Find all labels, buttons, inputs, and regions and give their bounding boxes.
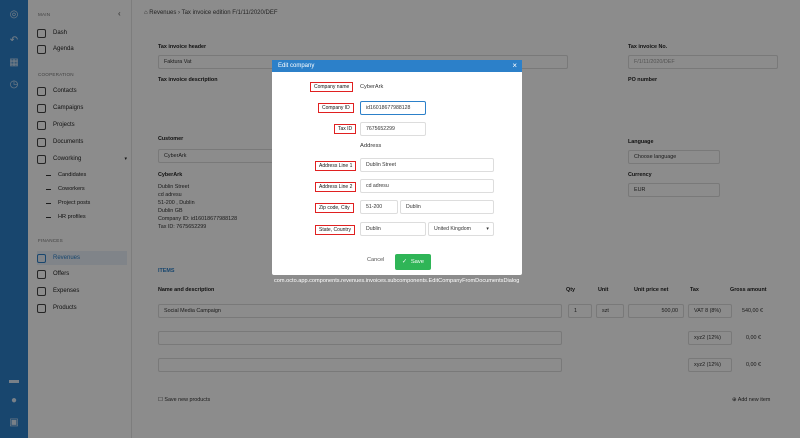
close-icon[interactable]: × — [512, 61, 517, 70]
address-line-2-label: Address Line 2 — [315, 182, 357, 192]
dialog-header: Edit company × — [272, 60, 522, 72]
save-label: Save — [410, 259, 425, 265]
tax-id-label: Tax ID — [334, 124, 357, 134]
cancel-button[interactable]: Cancel — [367, 257, 384, 263]
dialog-title: Edit company — [278, 63, 315, 69]
company-name-label: Company name — [310, 82, 354, 92]
address-heading: Address — [360, 143, 382, 149]
company-id-input[interactable]: id16018677988128 — [360, 101, 426, 115]
tax-id-input[interactable]: 7675652299 — [360, 122, 426, 136]
city-input[interactable]: Dublin — [400, 200, 494, 214]
company-name-value: CyberArk — [360, 84, 384, 90]
state-input[interactable]: Dublin — [360, 222, 426, 236]
dialog-class-caption: com.octo.app.components.revenues.invoice… — [274, 278, 520, 284]
state-country-label: State, Country — [315, 225, 355, 235]
country-value: United Kingdom — [434, 226, 471, 232]
address-line-1-label: Address Line 1 — [315, 161, 357, 171]
country-select[interactable]: United Kingdom ▾ — [428, 222, 494, 236]
address-line-2-input[interactable]: cd adresu — [360, 179, 494, 193]
address-line-1-input[interactable]: Dublin Street — [360, 158, 494, 172]
save-button[interactable]: ✓ Save — [395, 254, 431, 270]
chevron-down-icon: ▾ — [486, 226, 489, 232]
zip-city-label: Zip code, City — [315, 203, 354, 213]
company-id-label: Company ID — [318, 103, 354, 113]
edit-company-dialog: Edit company × Company name CyberArk Com… — [272, 60, 522, 275]
check-icon: ✓ — [401, 259, 407, 265]
zip-input[interactable]: 51-200 — [360, 200, 398, 214]
